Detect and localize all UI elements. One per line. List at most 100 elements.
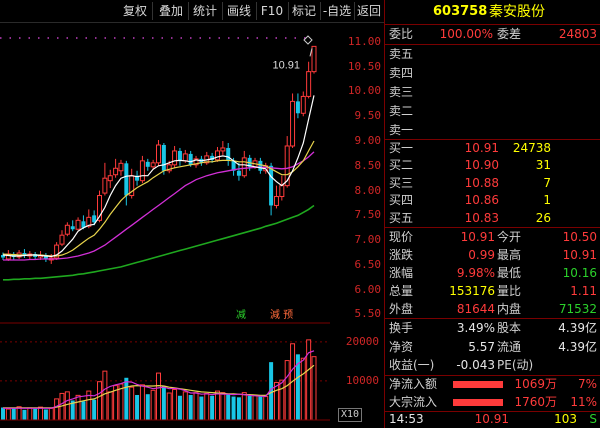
volume-bar (273, 381, 279, 421)
toolbar-button-7[interactable]: 返回 (354, 2, 385, 20)
price-tick-label: 9.00 (354, 134, 382, 148)
bid-price: 10.91 (464, 141, 499, 155)
fund-value-2: 4.39亿 (558, 339, 597, 354)
candle (258, 157, 263, 174)
candle (306, 61, 312, 99)
volume-bar (11, 408, 16, 420)
bid-row: 买五 10.83 26 (385, 210, 600, 227)
volume-bar (166, 392, 172, 421)
volume-bar (92, 399, 97, 420)
stat-row: 外盘 81644 内盘 71532 (385, 300, 600, 318)
candle-body (241, 157, 247, 177)
volume-bar (43, 409, 48, 420)
stat-label-2: 量比 (497, 284, 522, 298)
stat-label: 总量 (389, 284, 414, 298)
volume-bar (252, 394, 258, 421)
volume-bar (156, 372, 161, 421)
volume-bar (279, 379, 285, 421)
candle-body (279, 185, 285, 198)
flow-percent: 7% (577, 377, 597, 391)
ask-label: 卖三 (389, 85, 414, 99)
candle-body (59, 234, 65, 245)
ask-label: 卖二 (389, 104, 414, 118)
candle-body (300, 95, 306, 114)
stat-label-2: 最低 (497, 266, 522, 280)
fund-label: 净资 (389, 339, 414, 354)
volume-bar (226, 394, 231, 420)
signal-label: 減 预 (270, 308, 293, 321)
volume-bar (204, 392, 210, 421)
fundamental-row: 收益(一) -0.043 PE(动) (385, 356, 600, 375)
bid-label: 买四 (389, 193, 414, 208)
price-tick-label: 5.50 (354, 307, 382, 321)
volume-bar (210, 395, 215, 420)
stock-name: 秦安股份 (489, 4, 545, 20)
candle-body (295, 101, 300, 114)
volume-bar (161, 386, 166, 420)
candle-body (145, 161, 150, 167)
candle (54, 242, 60, 260)
price-tick-label: 7.50 (354, 208, 382, 222)
stat-value-2: 10.91 (562, 248, 597, 262)
price-tick-label: 7.00 (354, 233, 382, 247)
toolbar-button-0[interactable]: 复权 (118, 2, 153, 20)
toolbar-button-1[interactable]: 叠加 (154, 2, 189, 20)
tick-volume: 103 (554, 412, 577, 426)
bid-price: 10.83 (464, 210, 499, 225)
candle-body (124, 163, 129, 196)
flow-label: 大宗流入 (389, 394, 438, 409)
chart-toolbar: 复权 叠加 统计 画线 F10 标记 -自选 返回 (0, 0, 385, 23)
candle-body (269, 165, 274, 206)
candle (70, 220, 75, 232)
candle (43, 253, 48, 262)
candle-body (172, 150, 178, 166)
weibi-row: 委比 100.00% 委差 24803 (385, 25, 600, 44)
volume-bar (300, 357, 306, 421)
candle (113, 158, 119, 178)
candle (226, 143, 231, 166)
volume-bar (247, 395, 252, 420)
candle (279, 175, 285, 201)
stat-value: 153176 (449, 284, 495, 298)
stat-row: 现价 10.91 今开 10.50 (385, 228, 600, 246)
candle-body (214, 150, 220, 161)
bid-label: 买三 (389, 175, 414, 190)
fund-value: 5.57 (468, 339, 495, 354)
bid-volume: 26 (535, 210, 551, 225)
candle (107, 169, 113, 189)
toolbar-button-6[interactable]: -自选 (320, 2, 355, 20)
volume-tick-label: 10000 (345, 373, 379, 387)
toolbar-button-3[interactable]: 画线 (222, 2, 257, 20)
flow-bar (453, 398, 503, 406)
candle (172, 145, 178, 169)
toolbar-button-5[interactable]: 标记 (288, 2, 321, 20)
volume-bar (199, 396, 204, 420)
tick-row: 14:53 10.91 103 S (385, 411, 600, 428)
stock-code: 603758 (433, 4, 488, 19)
bid-label: 买二 (389, 158, 414, 173)
volume-bar (188, 394, 193, 420)
candle (295, 93, 300, 119)
bid-row: 买四 10.86 1 (385, 192, 600, 209)
ask-row: 卖五 (385, 45, 600, 64)
ma5-line (2, 95, 315, 258)
stat-value-2: 10.16 (562, 266, 597, 280)
volume-bar (145, 394, 150, 420)
stock-header: 603758 秦安股份 (385, 0, 600, 24)
candle-body (64, 224, 70, 235)
candle-body (118, 162, 124, 172)
price-tick-label: 8.00 (354, 183, 382, 197)
candle (118, 159, 124, 176)
bid-volume: 24738 (512, 141, 551, 155)
toolbar-button-4[interactable]: F10 (256, 2, 289, 20)
volume-bar (102, 370, 108, 421)
toolbar-button-2[interactable]: 统计 (188, 2, 223, 20)
ask-row: 卖一 (385, 121, 600, 140)
volume-bar (33, 408, 38, 420)
candle-body (311, 45, 317, 73)
candle-body (107, 175, 113, 182)
candle (177, 147, 182, 166)
candle-body (258, 160, 263, 171)
fund-label: 收益(一) (389, 358, 435, 372)
bid-price: 10.90 (464, 158, 499, 173)
